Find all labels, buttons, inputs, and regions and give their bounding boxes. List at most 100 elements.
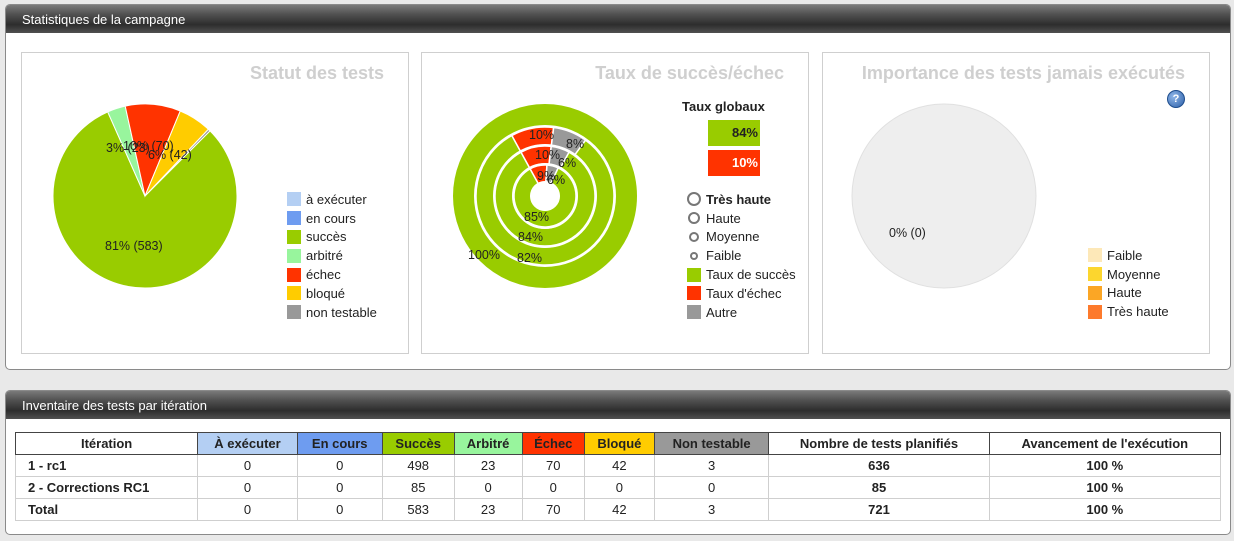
legend-swatch [287, 229, 301, 244]
column-header[interactable]: Nombre de tests planifiés [768, 432, 990, 455]
table-cell: 0 [296, 476, 383, 499]
ring-label-r2-other: 6% [558, 156, 576, 170]
table-cell: 636 [768, 454, 990, 477]
ring-label-outer-success: 100% [468, 248, 500, 262]
global-rates-title: Taux globaux [682, 99, 765, 114]
table-cell: 23 [453, 454, 523, 477]
panel-header: Statistiques de la campagne [6, 5, 1230, 33]
legend-swatch [1088, 248, 1102, 263]
pie-label-success: 81% (583) [105, 239, 163, 253]
table-cell: 721 [768, 498, 990, 521]
ring-label-r3-other: 8% [566, 137, 584, 151]
ring-marker-icon [687, 249, 701, 263]
table-body: 1 - rc1 0 0 498 23 70 42 3 636 100 % 2 - Correctio… [14, 454, 1222, 521]
legend-swatch [687, 286, 701, 301]
legend-item[interactable]: Taux d'échec [687, 284, 796, 303]
legend-item[interactable]: bloqué [287, 284, 377, 303]
table-cell: 0 [653, 476, 770, 499]
table-cell: 3 [653, 454, 770, 477]
legend-item[interactable]: Très haute [687, 190, 796, 209]
table-cell: 0 [197, 454, 298, 477]
legend-item[interactable]: Faible [687, 246, 796, 265]
legend-label: non testable [306, 304, 377, 320]
table-row: 2 - Corrections RC1 0 0 85 0 0 0 0 85 100 % [14, 476, 1222, 499]
column-header[interactable]: Arbitré [453, 432, 523, 455]
ring-label-r1-success: 85% [524, 210, 549, 224]
table-cell: 0 [583, 476, 655, 499]
legend-label: Taux d'échec [706, 285, 782, 301]
legend-item[interactable]: échec [287, 265, 377, 284]
legend-item[interactable]: en cours [287, 209, 377, 228]
table-row: Total 0 0 583 23 70 42 3 721 100 % [14, 498, 1222, 521]
panel-header: Inventaire des tests par itération [6, 391, 1230, 419]
ring-label-r1-other: 6% [547, 173, 565, 187]
column-header[interactable]: Non testable [653, 432, 770, 455]
table-row: 1 - rc1 0 0 498 23 70 42 3 636 100 % [14, 454, 1222, 477]
legend-swatch [287, 286, 301, 301]
legend-swatch [287, 248, 301, 263]
table-cell: 100 % [988, 498, 1222, 521]
ring-label-r3-success: 82% [517, 251, 542, 265]
legend-swatch [687, 305, 701, 320]
table-cell: 0 [296, 454, 383, 477]
iteration-cell: Total [14, 498, 199, 521]
ring-label-r2-failure: 10% [535, 148, 560, 162]
status-pie [52, 103, 238, 289]
ring-marker-icon [687, 211, 701, 225]
legend-label: Moyenne [706, 229, 760, 245]
column-header[interactable]: Succès [381, 432, 455, 455]
status-legend: à exécuter en cours succès arbitré échec bloq… [287, 190, 377, 322]
legend-item[interactable]: arbitré [287, 246, 377, 265]
pie-label-blocked: 6% (42) [148, 148, 192, 162]
legend-label: Taux de succès [706, 267, 796, 283]
importance-chart: Importance des tests jamais exécutés ? 0… [822, 52, 1210, 354]
legend-item[interactable]: Haute [1088, 284, 1169, 303]
table-cell: 85 [381, 476, 455, 499]
rate-chart: Taux de succès/échec 100% 82% 10% 8% 84%… [421, 52, 809, 354]
table-cell: 42 [583, 454, 655, 477]
legend-swatch [1088, 267, 1102, 282]
column-header[interactable]: Itération [14, 432, 199, 455]
legend-item[interactable]: Haute [687, 209, 796, 228]
status-chart: Statut des tests 81% (583) 3% (23) 10% (… [21, 52, 409, 354]
table-cell: 100 % [988, 454, 1222, 477]
legend-label: Haute [1107, 285, 1142, 301]
legend-item[interactable]: succès [287, 228, 377, 247]
legend-label: en cours [306, 210, 356, 226]
legend-swatch [287, 267, 301, 282]
legend-item[interactable]: non testable [287, 303, 377, 322]
column-header[interactable]: En cours [296, 432, 383, 455]
table-cell: 0 [197, 498, 298, 521]
importance-legend: Faible Moyenne Haute Très haute [1088, 246, 1169, 321]
legend-item[interactable]: Faible [1088, 246, 1169, 265]
table-cell: 42 [583, 498, 655, 521]
column-header[interactable]: À exécuter [197, 432, 298, 455]
legend-label: Haute [706, 210, 741, 226]
table-cell: 498 [381, 454, 455, 477]
legend-swatch [287, 192, 301, 207]
importance-pie-label: 0% (0) [889, 226, 926, 240]
legend-label: Autre [706, 304, 738, 320]
global-success-badge: 84% [708, 120, 760, 146]
ring-label-r3-failure: 10% [529, 128, 554, 142]
column-header[interactable]: Bloqué [583, 432, 655, 455]
legend-item[interactable]: Moyenne [687, 228, 796, 247]
ring-marker-icon [687, 192, 701, 207]
table-cell: 0 [521, 476, 585, 499]
legend-label: Très haute [706, 191, 772, 207]
legend-item[interactable]: Taux de succès [687, 265, 796, 284]
legend-item[interactable]: Très haute [1088, 302, 1169, 321]
column-header[interactable]: Avancement de l'exécution [988, 432, 1222, 455]
legend-item[interactable]: Moyenne [1088, 265, 1169, 284]
table-cell: 0 [296, 498, 383, 521]
legend-swatch [687, 267, 701, 282]
table-header-row: Itération À exécuter En cours Succès Arbitré… [14, 432, 1222, 455]
legend-label: succès [306, 229, 347, 245]
column-header[interactable]: Échec [521, 432, 585, 455]
table-cell: 70 [521, 454, 585, 477]
global-failure-badge: 10% [708, 150, 760, 176]
legend-label: échec [306, 267, 341, 283]
legend-item[interactable]: à exécuter [287, 190, 377, 209]
legend-item[interactable]: Autre [687, 303, 796, 322]
table-cell: 23 [453, 498, 523, 521]
